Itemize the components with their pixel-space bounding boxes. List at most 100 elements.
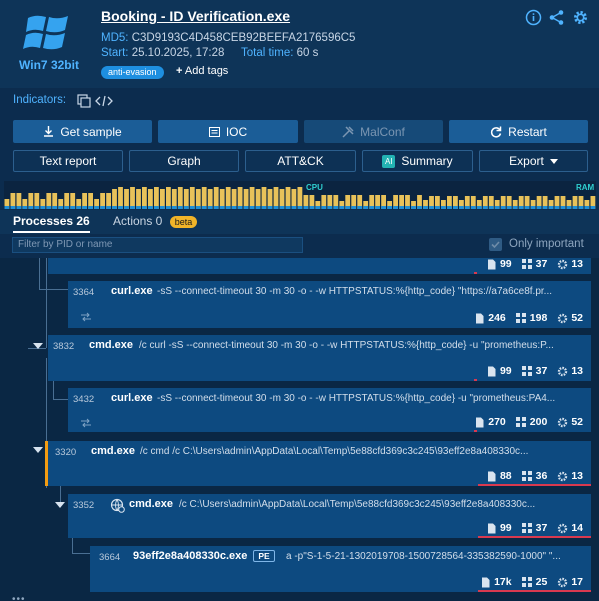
- start-value: 25.10.2025, 17:28: [131, 47, 225, 59]
- collapse-triangle-icon[interactable]: [55, 502, 65, 508]
- ram-bar: [100, 206, 105, 209]
- ram-bar: [124, 206, 129, 209]
- files-count: 99: [499, 258, 512, 270]
- ram-bar: [10, 206, 16, 209]
- only-important-label: Only important: [509, 238, 584, 250]
- ram-bar: [219, 206, 225, 209]
- activity-marker: [478, 484, 591, 486]
- collapse-triangle-icon[interactable]: [33, 343, 43, 349]
- process-name: cmd.exe: [129, 498, 174, 510]
- activity-timeline[interactable]: CPU RAM: [4, 181, 596, 209]
- process-row[interactable]: 3364 curl.exe -sS --connect-timeout 30 -…: [68, 281, 591, 328]
- ram-bar: [512, 206, 518, 209]
- process-name: cmd.exe: [91, 445, 136, 457]
- registry-count: 25: [535, 576, 548, 588]
- total-time-label: Total time:: [241, 47, 294, 59]
- process-row[interactable]: 3320 cmd.exe /c cmd /c C:\Users\admin\Ap…: [45, 441, 591, 486]
- process-pid: 3364: [73, 287, 95, 298]
- md5-value[interactable]: C3D9193C4D458CEB92BEEFA2176596C5: [132, 32, 356, 44]
- ram-label: RAM: [576, 183, 595, 192]
- ram-bar: [213, 206, 219, 209]
- add-tags-button[interactable]: + Add tags: [176, 65, 228, 77]
- tree-connector: [72, 553, 90, 554]
- filter-bar: Filter by PID or name Only important: [0, 234, 599, 258]
- process-cmdline: -sS --connect-timeout 30 -m 30 -o - -w H…: [157, 286, 553, 297]
- malconf-button[interactable]: MalConf: [304, 120, 443, 143]
- registry-icon: [521, 522, 532, 533]
- activity-marker: [474, 272, 477, 274]
- tab-actions[interactable]: Actions 0 beta: [113, 214, 198, 228]
- tools-icon: [342, 125, 354, 138]
- registry-count: 37: [535, 522, 548, 534]
- tag-anti-evasion[interactable]: anti-evasion: [101, 66, 164, 79]
- filter-input[interactable]: Filter by PID or name: [12, 237, 303, 253]
- process-row[interactable]: 99 37 13: [48, 258, 591, 274]
- ram-bar: [171, 206, 177, 209]
- share-icon[interactable]: [548, 9, 565, 26]
- get-sample-label: Get sample: [60, 124, 122, 139]
- collapse-triangle-icon[interactable]: [33, 447, 43, 453]
- ram-bar: [393, 206, 398, 209]
- ram-bar: [447, 206, 452, 209]
- process-row[interactable]: 3352 cmd.exe /c C:\Users\admin\AppData\L…: [68, 494, 591, 538]
- tree-connector: [39, 289, 68, 290]
- tree-connector: [39, 258, 40, 289]
- arrows-icon: [81, 418, 91, 428]
- gear-icon[interactable]: [572, 9, 589, 26]
- ioc-label: IOC: [225, 124, 248, 139]
- export-button[interactable]: Export: [479, 150, 588, 172]
- ram-bar: [548, 206, 554, 209]
- cpu-label: CPU: [306, 183, 323, 192]
- tabs: Processes 26 Actions 0 beta: [0, 210, 599, 234]
- ram-bar: [148, 206, 153, 209]
- process-row[interactable]: 3832 cmd.exe /c curl -sS --connect-timeo…: [48, 335, 591, 381]
- ram-bar: [554, 206, 560, 209]
- ram-bar: [566, 206, 572, 209]
- get-sample-button[interactable]: Get sample: [13, 120, 152, 143]
- summary-button[interactable]: AI Summary: [362, 150, 473, 172]
- ram-bar: [160, 206, 165, 209]
- indicator-icons[interactable]: [77, 94, 117, 108]
- ram-bar: [590, 206, 596, 209]
- only-important-checkbox[interactable]: [489, 238, 502, 251]
- modules-gear-icon: [558, 471, 568, 481]
- ram-bar: [112, 206, 117, 209]
- ram-bar: [542, 206, 548, 209]
- process-pid: 3432: [73, 394, 95, 405]
- ram-bar: [369, 206, 375, 209]
- activity-bar: [249, 187, 255, 209]
- process-tree[interactable]: 99 37 13 3364 curl.exe -sS --connect-tim…: [0, 258, 599, 601]
- more-dots-icon[interactable]: •••: [12, 594, 26, 601]
- process-pid: 3352: [73, 500, 95, 511]
- ioc-button[interactable]: IOC: [158, 120, 298, 143]
- text-report-button[interactable]: Text report: [13, 150, 123, 172]
- graph-button[interactable]: Graph: [129, 150, 239, 172]
- tab-processes[interactable]: Processes 26: [13, 214, 90, 233]
- info-icon[interactable]: [525, 9, 542, 26]
- process-row[interactable]: 3432 curl.exe -sS --connect-timeout 30 -…: [68, 388, 591, 432]
- process-row[interactable]: 3664 93eff2e8a408330c.exe PE a -p"S-1-5-…: [90, 546, 591, 592]
- attck-button[interactable]: ATT&CK: [245, 150, 356, 172]
- task-title[interactable]: Booking - ID Verification.exe: [101, 8, 290, 24]
- registry-icon: [521, 470, 532, 481]
- process-stats: 270 200 52: [431, 412, 591, 432]
- ram-bar: [309, 206, 315, 209]
- tree-connector: [53, 399, 68, 400]
- process-name: cmd.exe: [89, 339, 134, 351]
- activity-marker: [474, 379, 477, 381]
- ram-bar: [261, 206, 267, 209]
- task-header: Win7 32bit Booking - ID Verification.exe…: [0, 0, 599, 88]
- ram-bar: [297, 206, 303, 209]
- ram-bar: [470, 206, 476, 209]
- activity-bar: [201, 187, 207, 209]
- cpu-ram-bars: [4, 187, 596, 209]
- files-count: 17k: [494, 576, 512, 588]
- activity-bar: [177, 187, 183, 209]
- registry-count: 37: [535, 365, 548, 377]
- modules-count: 13: [571, 470, 583, 482]
- ram-bar: [64, 206, 70, 209]
- restart-button[interactable]: Restart: [449, 120, 588, 143]
- modules-count: 13: [571, 365, 583, 377]
- process-cmdline: /c cmd /c C:\Users\admin\AppData\Local\T…: [140, 446, 529, 457]
- ram-bar: [321, 206, 327, 209]
